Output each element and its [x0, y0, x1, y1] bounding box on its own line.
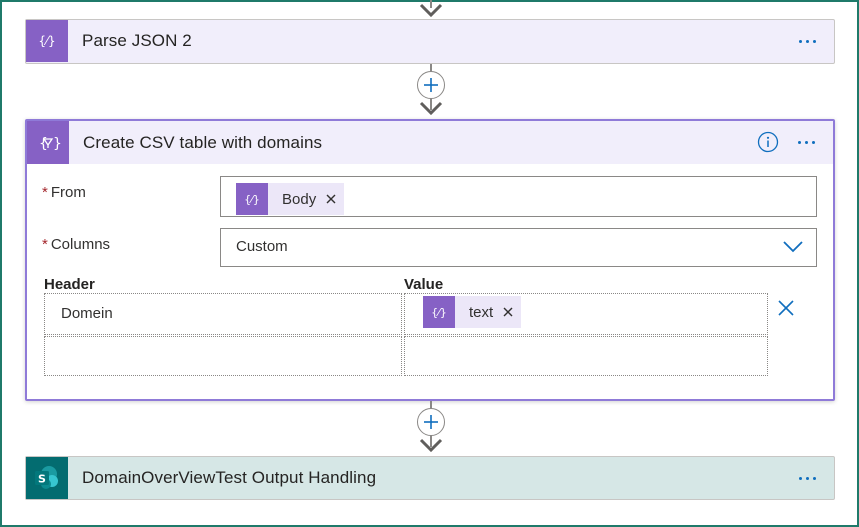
step-title: Create CSV table with domains	[83, 132, 323, 152]
json-expression-icon: {⁄}	[423, 296, 455, 328]
required-marker: *	[42, 236, 48, 253]
step-title: DomainOverViewTest Output Handling	[82, 468, 377, 487]
header-cell-empty[interactable]	[44, 336, 402, 376]
columns-dropdown[interactable]: Custom	[220, 228, 817, 267]
svg-text:{⁄}: {⁄}	[38, 34, 55, 48]
sharepoint-header[interactable]: S DomainOverViewTest Output Handling	[26, 457, 834, 499]
svg-text:{⁄}: {⁄}	[431, 306, 447, 319]
sharepoint-card[interactable]: S DomainOverViewTest Output Handling	[25, 456, 835, 500]
value-cell-empty[interactable]	[404, 336, 768, 376]
sharepoint-icon: S	[26, 457, 68, 499]
plus-icon	[424, 415, 438, 429]
more-options-icon[interactable]	[792, 457, 822, 499]
info-icon[interactable]	[757, 131, 779, 153]
create-csv-header[interactable]: { } Create CSV table with domains	[27, 121, 833, 164]
remove-token-icon[interactable]	[503, 307, 513, 317]
parse-json-header[interactable]: {⁄} Parse JSON 2	[26, 20, 834, 62]
from-label: * From	[42, 184, 86, 201]
text-token[interactable]: {⁄} text	[423, 296, 522, 328]
filter-expression-icon: { }	[27, 121, 69, 164]
columns-selected-value: Custom	[236, 238, 288, 255]
svg-text:}: }	[53, 136, 61, 152]
value-column-label: Value	[404, 276, 444, 293]
add-step-button[interactable]	[417, 408, 445, 436]
header-cell-text: Domein	[61, 305, 113, 322]
add-step-button[interactable]	[417, 71, 445, 99]
required-marker: *	[42, 184, 48, 201]
columns-label: * Columns	[42, 236, 110, 253]
token-label: Body	[282, 190, 317, 208]
plus-icon	[424, 78, 438, 92]
columns-label-text: Columns	[50, 236, 111, 253]
remove-token-icon[interactable]	[326, 194, 336, 204]
arrow-down-icon	[419, 3, 443, 18]
close-icon[interactable]	[777, 299, 795, 317]
arrow-down-icon	[419, 438, 443, 453]
token-label: text	[469, 303, 494, 321]
chevron-down-icon	[783, 241, 803, 253]
from-label-text: From	[50, 184, 86, 201]
header-column-label: Header	[44, 276, 95, 293]
step-title: Parse JSON 2	[82, 31, 192, 50]
svg-text:{⁄}: {⁄}	[244, 193, 260, 206]
more-options-icon[interactable]	[791, 121, 821, 163]
json-expression-icon: {⁄}	[26, 20, 68, 62]
header-cell[interactable]: Domein	[44, 293, 402, 335]
arrow-down-icon	[419, 101, 443, 116]
svg-text:S: S	[38, 473, 46, 486]
more-options-icon[interactable]	[792, 20, 822, 62]
parse-json-card[interactable]: {⁄} Parse JSON 2	[25, 19, 835, 64]
json-expression-icon: {⁄}	[236, 183, 268, 215]
body-token[interactable]: {⁄} Body	[236, 183, 345, 215]
